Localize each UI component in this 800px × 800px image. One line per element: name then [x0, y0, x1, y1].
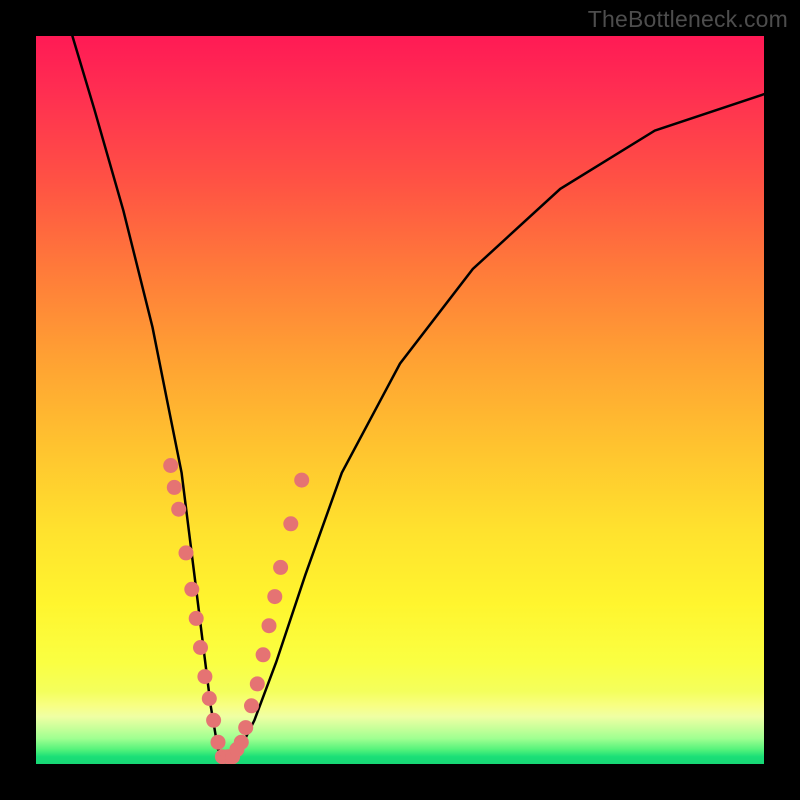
marker-dot: [211, 735, 226, 750]
watermark-text: TheBottleneck.com: [588, 6, 788, 33]
marker-dot: [197, 669, 212, 684]
marker-dot: [206, 713, 221, 728]
marker-dot: [256, 647, 271, 662]
marker-dot: [244, 698, 259, 713]
chart-svg: [36, 36, 764, 764]
plot-area: [36, 36, 764, 764]
marker-dot: [267, 589, 282, 604]
bottleneck-curve: [72, 36, 764, 757]
marker-dot: [163, 458, 178, 473]
marker-dot: [179, 545, 194, 560]
marker-dot: [294, 473, 309, 488]
outer-frame: TheBottleneck.com: [0, 0, 800, 800]
marker-dot: [202, 691, 217, 706]
marker-dot: [234, 735, 249, 750]
curve-path: [72, 36, 764, 757]
marker-dot: [171, 502, 186, 517]
marker-dot: [189, 611, 204, 626]
marker-dot: [283, 516, 298, 531]
marker-dot: [273, 560, 288, 575]
marker-dot: [250, 676, 265, 691]
marker-dot: [193, 640, 208, 655]
marker-dot: [167, 480, 182, 495]
marker-dot: [184, 582, 199, 597]
marker-dot: [238, 720, 253, 735]
marker-dot: [262, 618, 277, 633]
